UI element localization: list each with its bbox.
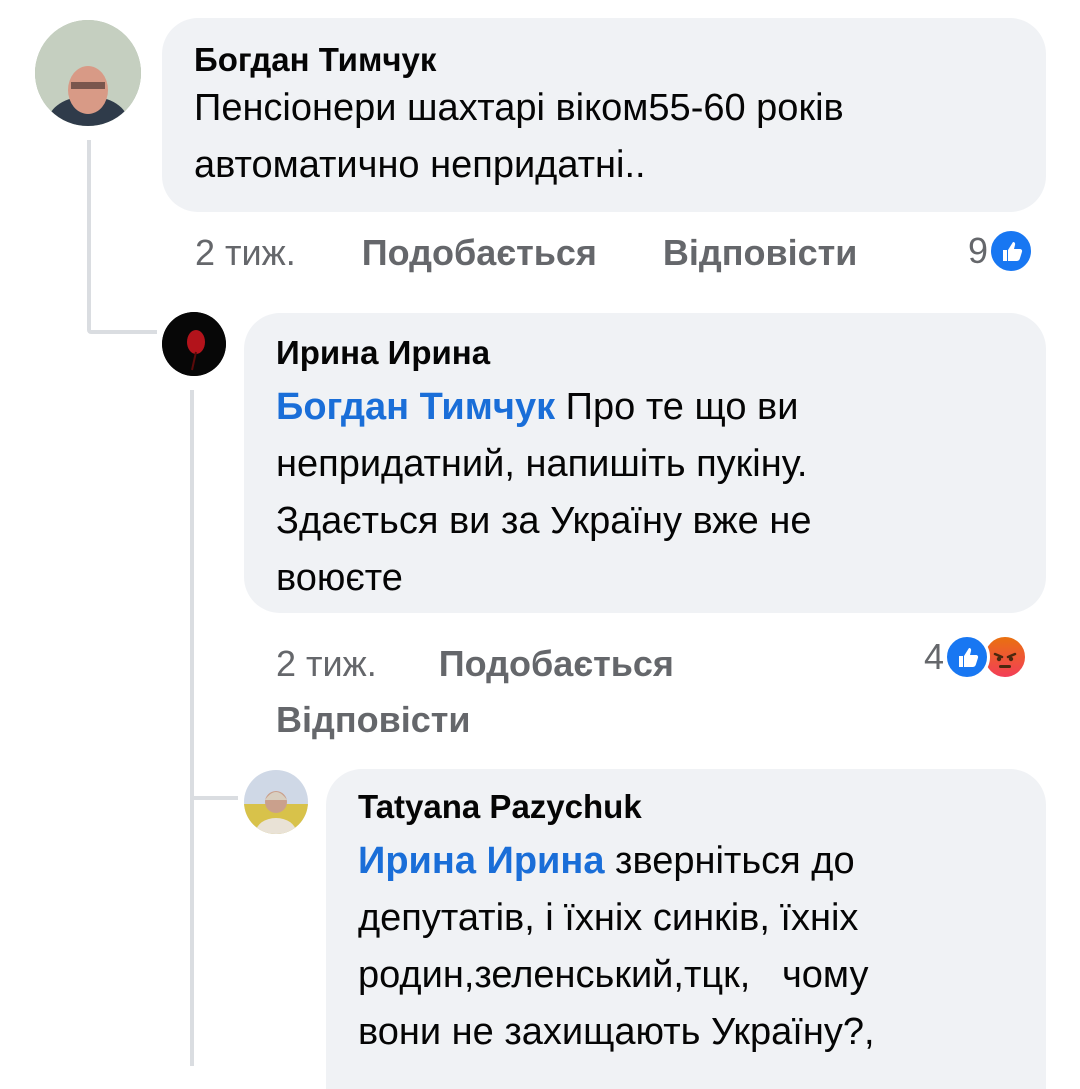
thread-line (87, 330, 157, 334)
comment-text-line: депутатів, і їхніх синків, їхніх (358, 897, 859, 939)
comment-text-line: воюєте (276, 557, 403, 599)
comment-text: Пенсіонери шахтарі віком55-60 років авто… (194, 80, 1014, 194)
comment-text-line: автоматично непридатні.. (194, 144, 646, 186)
comment-text: Ирина Ирина зверніться до депутатів, і ї… (358, 833, 1014, 1061)
comment-meta: 2 тиж. Подобається Відповісти (276, 636, 674, 748)
comment-bubble: Ирина Ирина Богдан Тимчук Про те що ви н… (244, 313, 1046, 613)
comment-author[interactable]: Tatyana Pazychuk (358, 787, 1014, 827)
like-icon (988, 228, 1035, 274)
person-icon (35, 20, 141, 126)
comment-text-line: Здається ви за Україну вже не (276, 500, 812, 542)
like-icon (944, 634, 991, 680)
comment-text-line: родин,зеленський,тцк, чому (358, 954, 869, 996)
thread-line (190, 796, 238, 800)
thread-line (190, 390, 194, 1066)
person-icon (244, 770, 308, 834)
comment-time[interactable]: 2 тиж. (276, 643, 377, 684)
comment-text-line: непридатний, напишіть пукіну. (276, 443, 808, 485)
mention-link[interactable]: Богдан Тимчук (276, 386, 555, 428)
comment-bubble: Tatyana Pazychuk Ирина Ирина зверніться … (326, 769, 1046, 1089)
avatar[interactable] (35, 20, 141, 126)
comment-text-line: Про те що ви (555, 386, 799, 428)
like-button[interactable]: Подобається (439, 643, 674, 684)
reaction-summary[interactable]: 4 (924, 634, 1029, 680)
reply-button[interactable]: Відповісти (276, 699, 471, 740)
avatar[interactable] (244, 770, 308, 834)
comment-text-line: Пенсіонери шахтарі віком55-60 років (194, 87, 844, 129)
reaction-summary[interactable]: 9 (968, 228, 1035, 274)
mention-link[interactable]: Ирина Ирина (358, 840, 605, 882)
comment-author[interactable]: Ирина Ирина (276, 333, 1014, 373)
comment-time[interactable]: 2 тиж. (195, 232, 296, 273)
comment-meta: 2 тиж. Подобається Відповісти (195, 232, 857, 274)
comment-author[interactable]: Богдан Тимчук (194, 40, 1014, 80)
reaction-count: 4 (924, 636, 945, 677)
like-button[interactable]: Подобається (362, 232, 597, 273)
reply-button[interactable]: Відповісти (663, 232, 858, 273)
reaction-count: 9 (968, 230, 989, 271)
thread-line (87, 140, 91, 330)
avatar[interactable] (162, 312, 226, 376)
rose-icon (162, 312, 226, 376)
comment-bubble: Богдан Тимчук Пенсіонери шахтарі віком55… (162, 18, 1046, 212)
comment-text-line: зверніться до (604, 840, 855, 882)
comment-text-line: вони не захищають Україну?, (358, 1011, 875, 1053)
comment-text: Богдан Тимчук Про те що ви непридатний, … (276, 379, 1014, 607)
